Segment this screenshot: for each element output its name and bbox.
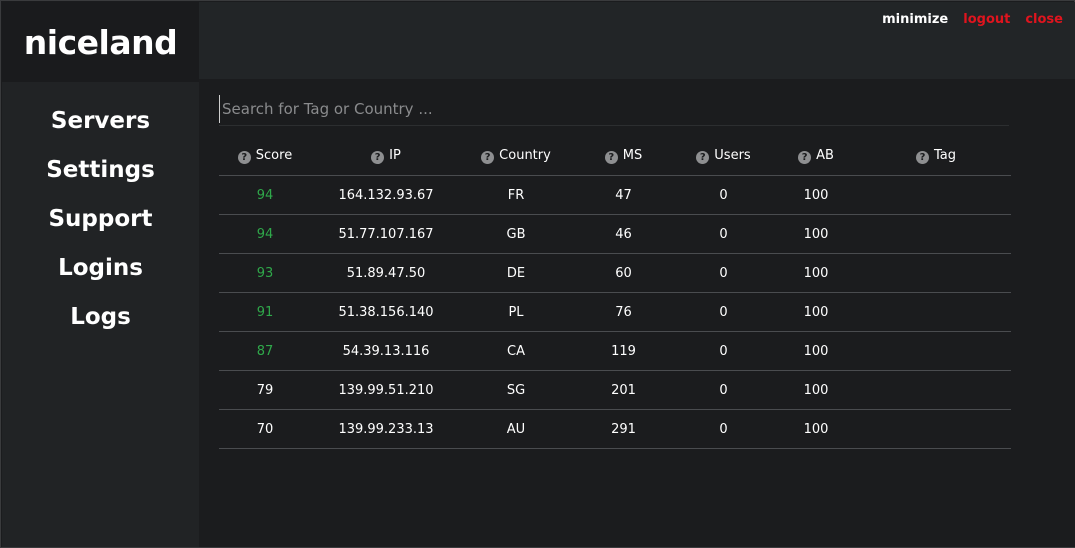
cell-ms: 201 — [571, 370, 676, 410]
cell-ab: 100 — [771, 331, 861, 371]
help-icon[interactable]: ? — [371, 151, 385, 164]
cell-ip: 164.132.93.67 — [311, 175, 461, 215]
cell-ab: 100 — [771, 214, 861, 254]
column-header-ms[interactable]: ? MS — [571, 137, 676, 176]
cell-score: 70 — [219, 409, 311, 449]
cell-ip: 51.77.107.167 — [311, 214, 461, 254]
cell-ab: 100 — [771, 292, 861, 332]
cell-country: FR — [461, 175, 571, 215]
sidebar-item-settings[interactable]: Settings — [2, 153, 199, 202]
column-header-label: Tag — [933, 148, 956, 163]
cell-ip: 51.89.47.50 — [311, 253, 461, 293]
cell-tag — [861, 292, 1011, 332]
cell-ms: 119 — [571, 331, 676, 371]
cell-ms: 76 — [571, 292, 676, 332]
cell-country: PL — [461, 292, 571, 332]
cell-score: 79 — [219, 370, 311, 410]
help-icon[interactable]: ? — [696, 151, 710, 164]
window-controls: minimize logout close — [882, 12, 1063, 27]
cell-ab: 100 — [771, 253, 861, 293]
column-header-ip[interactable]: ? IP — [311, 137, 461, 176]
cell-ms: 60 — [571, 253, 676, 293]
top-bar: minimize logout close — [199, 2, 1075, 79]
cell-users: 0 — [676, 370, 771, 410]
cell-users: 0 — [676, 175, 771, 215]
column-header-country[interactable]: ? Country — [461, 137, 571, 176]
cell-tag — [861, 253, 1011, 293]
search-bar — [219, 95, 1012, 126]
cell-ms: 291 — [571, 409, 676, 449]
table-row[interactable]: 87 54.39.13.116 CA 119 0 100 — [219, 331, 1011, 371]
column-header-tag[interactable]: ? Tag — [861, 137, 1011, 176]
sidebar-nav: Servers Settings Support Logins Logs — [2, 104, 199, 349]
help-icon[interactable]: ? — [915, 151, 929, 164]
cell-users: 0 — [676, 292, 771, 332]
cell-users: 0 — [676, 409, 771, 449]
cell-tag — [861, 370, 1011, 410]
table-row[interactable]: 91 51.38.156.140 PL 76 0 100 — [219, 292, 1011, 332]
cell-tag — [861, 331, 1011, 371]
cell-country: GB — [461, 214, 571, 254]
sidebar-item-support[interactable]: Support — [2, 202, 199, 251]
app-logo: niceland — [2, 2, 199, 82]
cell-country: CA — [461, 331, 571, 371]
search-input[interactable] — [219, 95, 1012, 123]
cell-ip: 139.99.233.13 — [311, 409, 461, 449]
column-header-label: Country — [499, 148, 551, 163]
help-icon[interactable]: ? — [481, 151, 495, 164]
column-header-label: AB — [816, 148, 834, 163]
table-row[interactable]: 93 51.89.47.50 DE 60 0 100 — [219, 253, 1011, 293]
cell-ab: 100 — [771, 409, 861, 449]
cell-ip: 54.39.13.116 — [311, 331, 461, 371]
cell-score: 93 — [219, 253, 311, 293]
column-header-users[interactable]: ? Users — [676, 137, 771, 176]
column-header-label: MS — [622, 148, 643, 163]
cell-country: DE — [461, 253, 571, 293]
cell-ms: 47 — [571, 175, 676, 215]
sidebar: niceland Servers Settings Support Logins… — [2, 2, 199, 547]
table-row[interactable]: 79 139.99.51.210 SG 201 0 100 — [219, 370, 1011, 410]
logout-button[interactable]: logout — [963, 12, 1010, 27]
table-header-row: ? Score ? IP ? Country ? MS ? Users ? AB ? Tag — [219, 137, 1011, 176]
table-row[interactable]: 94 51.77.107.167 GB 46 0 100 — [219, 214, 1011, 254]
sidebar-item-logs[interactable]: Logs — [2, 300, 199, 349]
cell-ms: 46 — [571, 214, 676, 254]
cell-country: SG — [461, 370, 571, 410]
column-header-ab[interactable]: ? AB — [771, 137, 861, 176]
cell-ip: 139.99.51.210 — [311, 370, 461, 410]
cell-country: AU — [461, 409, 571, 449]
cell-tag — [861, 409, 1011, 449]
sidebar-item-logins[interactable]: Logins — [2, 251, 199, 300]
cell-ip: 51.38.156.140 — [311, 292, 461, 332]
cell-users: 0 — [676, 331, 771, 371]
cell-ab: 100 — [771, 370, 861, 410]
cell-score: 94 — [219, 175, 311, 215]
cell-tag — [861, 214, 1011, 254]
app-window: niceland Servers Settings Support Logins… — [0, 0, 1075, 548]
column-header-label: IP — [389, 148, 401, 163]
column-header-score[interactable]: ? Score — [219, 137, 311, 176]
sidebar-item-servers[interactable]: Servers — [2, 104, 199, 153]
help-icon[interactable]: ? — [798, 151, 812, 164]
server-table: ? Score ? IP ? Country ? MS ? Users ? AB ? Tag … — [219, 137, 1011, 449]
close-button[interactable]: close — [1025, 12, 1063, 27]
cell-score: 94 — [219, 214, 311, 254]
main-content: ?Score ?IP ?Country ?MS ?Users ?AB ?Tag … — [199, 79, 1075, 547]
cell-users: 0 — [676, 253, 771, 293]
cell-users: 0 — [676, 214, 771, 254]
help-icon[interactable]: ? — [237, 151, 251, 164]
help-icon[interactable]: ? — [604, 151, 618, 164]
table-row[interactable]: 70 139.99.233.13 AU 291 0 100 — [219, 409, 1011, 449]
cell-tag — [861, 175, 1011, 215]
table-row[interactable]: 94 164.132.93.67 FR 47 0 100 — [219, 175, 1011, 215]
column-header-label: Score — [255, 148, 293, 163]
cell-score: 91 — [219, 292, 311, 332]
minimize-button[interactable]: minimize — [882, 12, 948, 27]
column-header-label: Users — [714, 148, 751, 163]
cell-score: 87 — [219, 331, 311, 371]
cell-ab: 100 — [771, 175, 861, 215]
